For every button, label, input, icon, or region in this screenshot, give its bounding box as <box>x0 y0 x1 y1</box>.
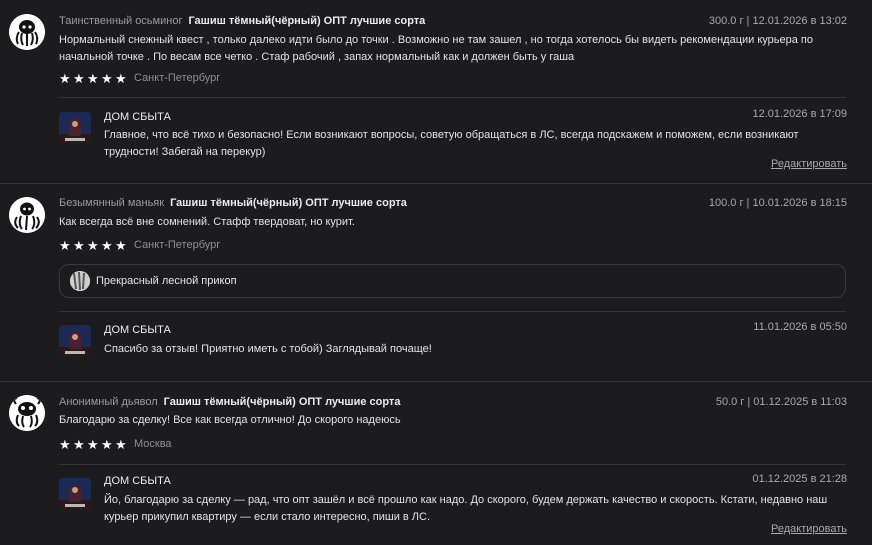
review-text: Благодарю за сделку! Все как всегда отли… <box>59 414 401 426</box>
reply-text: Главное, что всё тихо и безопасно! Если … <box>104 129 799 158</box>
review-city: Москва <box>134 438 172 450</box>
review-author[interactable]: Анонимный дьявол <box>59 396 158 408</box>
shop-avatar-icon <box>59 478 91 510</box>
star-icon: ★ <box>101 436 113 452</box>
rating-stars: ★ ★ ★ ★ ★ <box>59 239 128 252</box>
star-icon: ★ <box>115 436 127 452</box>
rating-row: ★ ★ ★ ★ ★ Санкт-Петербург <box>59 71 220 85</box>
review-product[interactable]: Гашиш тёмный(чёрный) ОПТ лучшие сорта <box>164 396 401 408</box>
shop-avatar-icon <box>59 325 91 357</box>
reply-author: ДОМ СБЫТА <box>104 111 171 123</box>
review-text: Нормальный снежный квест , только далеко… <box>59 34 813 63</box>
reply-text: Йо, благодарю за сделку — рад, что опт з… <box>104 494 828 523</box>
review-product[interactable]: Гашиш тёмный(чёрный) ОПТ лучшие сорта <box>188 15 425 27</box>
review-text: Как всегда всё вне сомнений. Стафф тверд… <box>59 216 355 228</box>
octopus-avatar-icon[interactable] <box>9 14 45 50</box>
rating-row: ★ ★ ★ ★ ★ Санкт-Петербург <box>59 238 220 252</box>
star-icon: ★ <box>101 70 113 86</box>
octopus-avatar-icon[interactable] <box>9 395 45 431</box>
edit-reply-link[interactable]: Редактировать <box>771 523 847 535</box>
octopus-avatar-icon[interactable] <box>9 197 45 233</box>
review-meta: 100.0 г | 10.01.2026 в 18:15 <box>708 197 847 209</box>
reply-author: ДОМ СБЫТА <box>104 324 171 336</box>
star-icon: ★ <box>59 70 71 86</box>
reply-date: 11.01.2026 в 05:50 <box>753 321 847 333</box>
star-icon: ★ <box>87 436 99 452</box>
photo-thumbnail-icon <box>70 271 90 291</box>
star-icon: ★ <box>115 237 127 253</box>
reply-author: ДОМ СБЫТА <box>104 475 171 487</box>
review-card: Анонимный дьявол Гашиш тёмный(чёрный) ОПТ… <box>0 382 872 545</box>
review-meta: 300.0 г | 12.01.2026 в 13:02 <box>708 15 847 27</box>
rating-row: ★ ★ ★ ★ ★ Москва <box>59 437 172 451</box>
shop-avatar-icon <box>59 112 91 144</box>
star-icon: ★ <box>115 70 127 86</box>
divider <box>59 97 846 98</box>
star-icon: ★ <box>73 237 85 253</box>
reply-date: 12.01.2026 в 17:09 <box>752 108 847 120</box>
review-card: Безымянный маньяк Гашиш тёмный(чёрный) ОП… <box>0 184 872 380</box>
star-icon: ★ <box>59 436 71 452</box>
reply-text: Спасибо за отзыв! Приятно иметь с тобой)… <box>104 343 432 355</box>
review-card: Таинственный осьминог Гашиш тёмный(чёрный… <box>0 0 872 184</box>
edit-reply-link[interactable]: Редактировать <box>771 158 847 170</box>
attachment-card[interactable]: Прекрасный лесной прикоп <box>59 264 846 298</box>
divider <box>59 311 846 312</box>
rating-stars: ★ ★ ★ ★ ★ <box>59 438 128 451</box>
rating-stars: ★ ★ ★ ★ ★ <box>59 72 128 85</box>
reply-date: 01.12.2025 в 21:28 <box>752 473 847 485</box>
divider <box>59 464 846 465</box>
review-author[interactable]: Таинственный осьминог <box>59 15 182 27</box>
star-icon: ★ <box>73 436 85 452</box>
review-meta: 50.0 г | 01.12.2025 в 11:03 <box>715 396 847 408</box>
star-icon: ★ <box>73 70 85 86</box>
review-product[interactable]: Гашиш тёмный(чёрный) ОПТ лучшие сорта <box>170 197 407 209</box>
review-city: Санкт-Петербург <box>134 72 221 84</box>
star-icon: ★ <box>59 237 71 253</box>
review-city: Санкт-Петербург <box>134 239 221 251</box>
star-icon: ★ <box>101 237 113 253</box>
review-author[interactable]: Безымянный маньяк <box>59 197 164 209</box>
star-icon: ★ <box>87 237 99 253</box>
star-icon: ★ <box>87 70 99 86</box>
attachment-label: Прекрасный лесной прикоп <box>96 275 237 287</box>
